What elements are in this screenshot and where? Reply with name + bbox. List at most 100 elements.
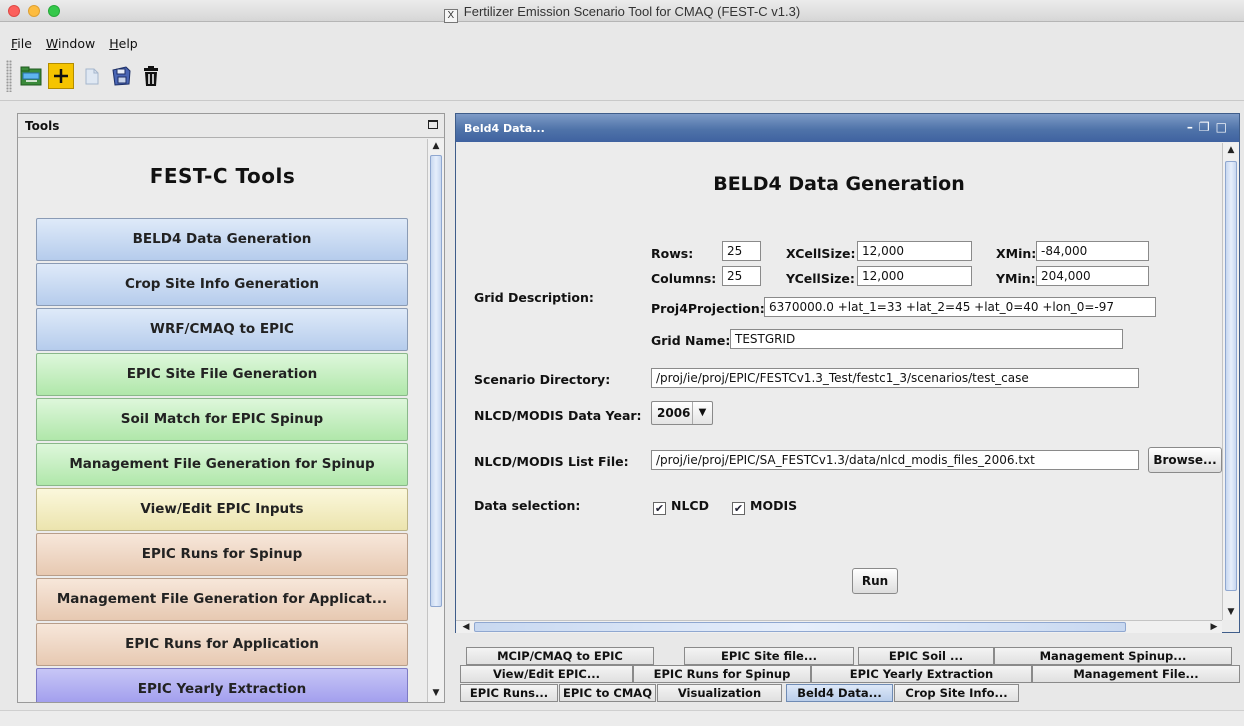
modis-checkbox[interactable]: ✔ MODIS [732, 498, 797, 515]
scenario-directory-label: Scenario Directory: [474, 372, 611, 387]
open-folder-button[interactable] [18, 63, 44, 89]
nlcd-checkbox[interactable]: ✔ NLCD [653, 498, 709, 515]
nlcd-label: NLCD [671, 498, 709, 513]
frame-vertical-scrollbar[interactable]: ▲ ▼ [1222, 143, 1239, 620]
save-button[interactable] [108, 63, 134, 89]
tab-epic-to-cmaq[interactable]: EPIC to CMAQ [559, 684, 656, 702]
frame-hscroll-thumb[interactable] [474, 622, 1126, 632]
scroll-right-icon[interactable]: ▶ [1206, 620, 1222, 634]
proj4-field[interactable]: 6370000.0 +lat_1=33 +lat_2=45 +lat_0=40 … [764, 297, 1156, 317]
add-icon [54, 69, 68, 83]
menu-help[interactable]: Help [109, 36, 138, 54]
tab-view-edit-epic[interactable]: View/Edit EPIC... [460, 665, 633, 683]
frame-title: Beld4 Data... [464, 122, 545, 135]
beld4-data-frame: Beld4 Data... –❐□ BELD4 Data Generation … [455, 113, 1240, 633]
tools-vertical-scrollbar[interactable]: ▲ ▼ [427, 139, 444, 702]
tab-beld4-data[interactable]: Beld4 Data... [786, 684, 893, 702]
frame-heading: BELD4 Data Generation [713, 173, 965, 195]
tab-epic-soil[interactable]: EPIC Soil ... [858, 647, 994, 665]
scroll-up-icon[interactable]: ▲ [1223, 143, 1239, 157]
copy-button[interactable] [78, 63, 104, 89]
data-selection-label: Data selection: [474, 498, 581, 513]
menu-file[interactable]: File [11, 36, 32, 54]
beld4-data-generation-button[interactable]: BELD4 Data Generation [36, 218, 408, 261]
chevron-down-icon[interactable]: ▼ [692, 402, 712, 424]
tools-panel-header: Tools [18, 114, 444, 138]
xmin-label: XMin: [996, 246, 1037, 261]
scroll-down-icon[interactable]: ▼ [428, 686, 444, 700]
delete-button[interactable] [138, 63, 164, 89]
rows-field[interactable]: 25 [722, 241, 761, 261]
tools-title: FEST-C Tools [149, 164, 296, 188]
grid-description-label: Grid Description: [474, 290, 594, 305]
ymin-field[interactable]: 204,000 [1036, 266, 1149, 286]
tab-mcip-cmaq-to-epic[interactable]: MCIP/CMAQ to EPIC [466, 647, 654, 665]
frame-maximize-icon[interactable]: □ [1216, 120, 1233, 134]
scenario-directory-field[interactable]: /proj/ie/proj/EPIC/FESTCv1.3_Test/festc1… [651, 368, 1139, 388]
proj4-label: Proj4Projection: [651, 301, 765, 316]
scroll-left-icon[interactable]: ◀ [458, 620, 474, 634]
soil-match-spinup-button[interactable]: Soil Match for EPIC Spinup [36, 398, 408, 441]
data-year-select[interactable]: 2006 ▼ [651, 401, 713, 425]
xmin-field[interactable]: -84,000 [1036, 241, 1149, 261]
tab-epic-runs-spinup[interactable]: EPIC Runs for Spinup [633, 665, 811, 683]
window-title: Fertilizer Emission Scenario Tool for CM… [463, 4, 801, 19]
data-year-value: 2006 [657, 406, 691, 420]
title-bar: X Fertilizer Emission Scenario Tool for C… [0, 0, 1244, 23]
tab-visualization[interactable]: Visualization [657, 684, 782, 702]
scroll-up-icon[interactable]: ▲ [428, 139, 444, 153]
toolbar [6, 57, 226, 95]
tab-epic-yearly-extraction[interactable]: EPIC Yearly Extraction [811, 665, 1032, 683]
tools-panel: Tools FEST-C Tools BELD4 Data Generation… [17, 113, 445, 703]
browse-button[interactable]: Browse... [1148, 447, 1222, 473]
toolbar-grip[interactable] [6, 60, 12, 92]
maximize-icon[interactable] [428, 120, 438, 129]
menu-window[interactable]: Window [46, 36, 95, 54]
frame-controls: –❐□ [1187, 120, 1233, 134]
run-button[interactable]: Run [852, 568, 898, 594]
ycellsize-label: YCellSize: [786, 271, 855, 286]
tab-management-spinup[interactable]: Management Spinup... [994, 647, 1232, 665]
list-file-field[interactable]: /proj/ie/proj/EPIC/SA_FESTCv1.3/data/nlc… [651, 450, 1139, 470]
modis-label: MODIS [750, 498, 798, 513]
window-title-container: X Fertilizer Emission Scenario Tool for C… [0, 4, 1244, 23]
save-icon [112, 66, 131, 86]
tools-panel-title: Tools [25, 119, 60, 133]
wrf-cmaq-to-epic-button[interactable]: WRF/CMAQ to EPIC [36, 308, 408, 351]
frame-restore-icon[interactable]: ❐ [1199, 120, 1216, 134]
frame-horizontal-scrollbar[interactable]: ◀ ▶ [456, 620, 1222, 633]
ymin-label: YMin: [996, 271, 1036, 286]
epic-yearly-extraction-button[interactable]: EPIC Yearly Extraction [36, 668, 408, 702]
management-file-application-button[interactable]: Management File Generation for Applicat.… [36, 578, 408, 621]
toolbar-separator [0, 100, 1244, 101]
add-button[interactable] [48, 63, 74, 89]
checkbox-checked-icon: ✔ [732, 502, 745, 515]
frame-title-bar[interactable]: Beld4 Data... –❐□ [456, 114, 1239, 142]
columns-label: Columns: [651, 271, 717, 286]
rows-label: Rows: [651, 246, 694, 261]
management-file-spinup-button[interactable]: Management File Generation for Spinup [36, 443, 408, 486]
columns-field[interactable]: 25 [722, 266, 761, 286]
frame-scroll-thumb[interactable] [1225, 161, 1237, 591]
open-folder-icon [20, 66, 42, 86]
frame-minimize-icon[interactable]: – [1187, 120, 1199, 134]
crop-site-info-generation-button[interactable]: Crop Site Info Generation [36, 263, 408, 306]
menu-bar: File Window Help [0, 36, 138, 54]
status-bar [0, 710, 1244, 726]
xcellsize-field[interactable]: 12,000 [857, 241, 972, 261]
checkbox-checked-icon: ✔ [653, 502, 666, 515]
grid-name-field[interactable]: TESTGRID [730, 329, 1123, 349]
ycellsize-field[interactable]: 12,000 [857, 266, 972, 286]
tab-management-file[interactable]: Management File... [1032, 665, 1240, 683]
tab-crop-site-info[interactable]: Crop Site Info... [894, 684, 1019, 702]
tab-epic-runs[interactable]: EPIC Runs... [460, 684, 558, 702]
x11-icon: X [443, 9, 458, 23]
epic-runs-spinup-button[interactable]: EPIC Runs for Spinup [36, 533, 408, 576]
epic-runs-application-button[interactable]: EPIC Runs for Application [36, 623, 408, 666]
tab-epic-site-file[interactable]: EPIC Site file... [684, 647, 854, 665]
list-file-label: NLCD/MODIS List File: [474, 454, 629, 469]
view-edit-epic-inputs-button[interactable]: View/Edit EPIC Inputs [36, 488, 408, 531]
epic-site-file-generation-button[interactable]: EPIC Site File Generation [36, 353, 408, 396]
scroll-down-icon[interactable]: ▼ [1223, 605, 1239, 619]
tools-scroll-thumb[interactable] [430, 155, 442, 607]
